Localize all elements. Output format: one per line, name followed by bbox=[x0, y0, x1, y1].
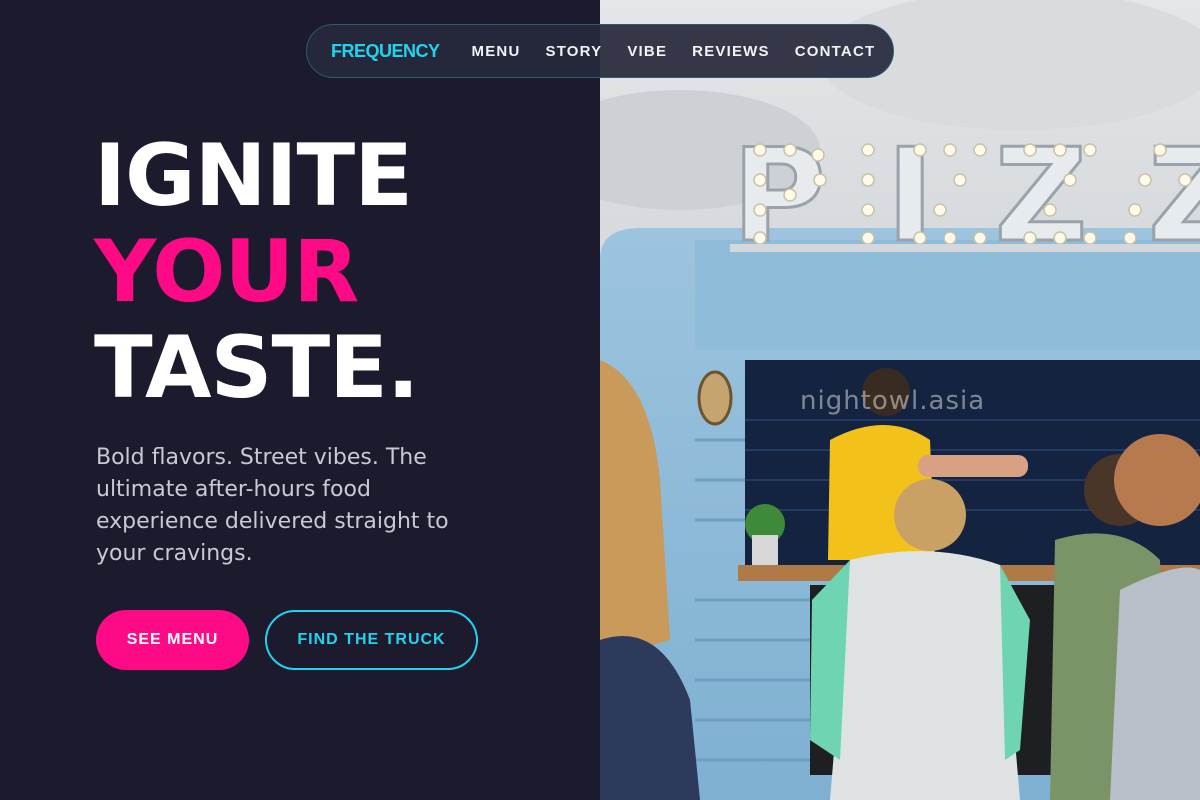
headline-line-1: IGNITE bbox=[94, 126, 413, 226]
nav-link-vibe[interactable]: VIBE bbox=[627, 43, 667, 60]
photo-watermark: nightowl.asia bbox=[800, 386, 986, 416]
hero-headline: IGNITE YOUR TASTE. bbox=[94, 126, 420, 418]
see-menu-button[interactable]: SEE MENU bbox=[96, 610, 249, 670]
nav-link-contact[interactable]: CONTACT bbox=[795, 43, 876, 60]
hero-photo-food-truck: P I Z Z A nightowl.asia bbox=[600, 0, 1200, 800]
nav-link-menu[interactable]: MENU bbox=[472, 43, 521, 60]
nav-link-reviews[interactable]: REVIEWS bbox=[692, 43, 770, 60]
hero-section: IGNITE YOUR TASTE. Bold flavors. Street … bbox=[0, 0, 600, 800]
hero-tagline: Bold flavors. Street vibes. The ultimate… bbox=[96, 445, 449, 566]
find-the-truck-button[interactable]: FIND THE TRUCK bbox=[265, 610, 478, 670]
top-navbar: FREQUENCY MENU STORY VIBE REVIEWS CONTAC… bbox=[306, 24, 894, 78]
headline-line-2: YOUR bbox=[94, 222, 359, 322]
headline-line-3: TASTE. bbox=[94, 318, 420, 418]
brand-logo[interactable]: FREQUENCY bbox=[331, 41, 440, 62]
nav-link-story[interactable]: STORY bbox=[545, 43, 602, 60]
